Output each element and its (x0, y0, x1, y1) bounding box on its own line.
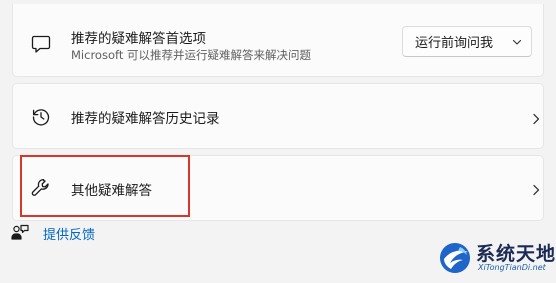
preferences-title: 推荐的疑难解答首选项 (71, 31, 206, 47)
troubleshoot-settings-page: 推荐的疑难解答首选项 Microsoft 可以推荐并运行疑难解答来解决问题 运行… (0, 0, 556, 283)
troubleshooter-history-card[interactable]: 推荐的疑难解答历史记录 (12, 83, 544, 149)
site-watermark: 系统天地 XiTongTianDi.net (438, 235, 556, 281)
chevron-down-icon (511, 36, 523, 48)
feedback-label: 提供反馈 (43, 227, 96, 243)
chevron-right-icon (530, 182, 542, 196)
watermark-url: XiTongTianDi.net (478, 263, 546, 272)
highlight-box (20, 155, 190, 217)
history-icon (30, 106, 52, 128)
feedback-link[interactable]: 提供反馈 (10, 222, 95, 244)
preferences-subtitle: Microsoft 可以推荐并运行疑难解答来解决问题 (71, 48, 311, 62)
chat-bubble-icon (30, 33, 52, 55)
preferences-dropdown[interactable]: 运行前询问我 (402, 26, 532, 57)
dropdown-selected-value: 运行前询问我 (415, 36, 494, 51)
watermark-text: 系统天地 (476, 243, 556, 265)
chevron-right-icon (530, 111, 542, 125)
watermark-logo-icon (438, 241, 472, 275)
feedback-person-icon (10, 223, 30, 243)
troubleshooter-preferences-card: 推荐的疑难解答首选项 Microsoft 可以推荐并运行疑难解答来解决问题 运行… (12, 4, 544, 77)
history-title: 推荐的疑难解答历史记录 (71, 111, 220, 127)
